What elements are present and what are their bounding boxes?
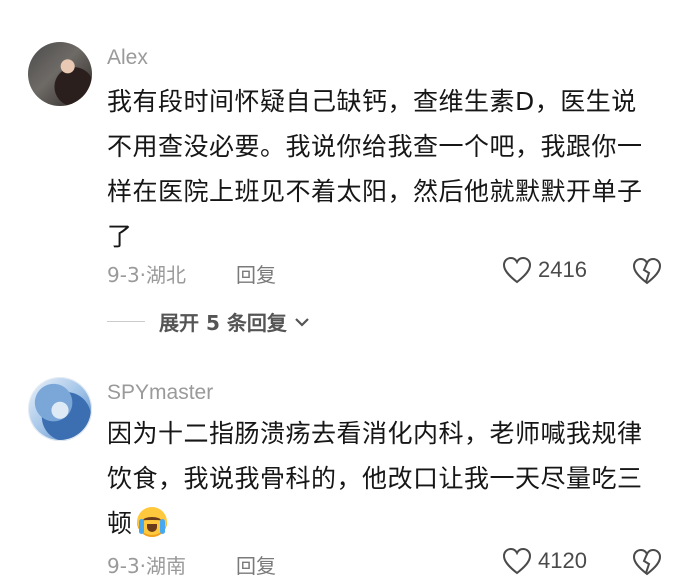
comment-location: 湖北 (146, 263, 187, 287)
avatar[interactable] (28, 377, 92, 441)
broken-heart-icon (632, 548, 662, 576)
username[interactable]: Alex (107, 46, 148, 70)
like-button[interactable]: 2416 (502, 256, 587, 284)
comment-item: SPYmaster 因为十二指肠溃疡去看消化内科，老师喊我规律 饮食，我说我骨科… (0, 360, 690, 579)
expand-replies-button[interactable]: 展开 5 条回复 (107, 307, 311, 336)
comment-text-fragment: 顿 (107, 509, 133, 538)
broken-heart-icon (632, 257, 662, 285)
comment-item: Alex 我有段时间怀疑自己缺钙，查维生素D，医生说 不用查没必要。我说你给我查… (0, 0, 690, 360)
heart-icon (502, 547, 532, 575)
username[interactable]: SPYmaster (107, 381, 213, 405)
comment-text-line-last: 顿 (107, 501, 662, 546)
crying-laughing-emoji-icon (136, 507, 167, 537)
comment-text-line: 因为十二指肠溃疡去看消化内科，老师喊我规律 (107, 419, 643, 448)
expand-replies-label: 展开 5 条回复 (159, 311, 287, 335)
like-count: 2416 (538, 257, 587, 282)
reply-button[interactable]: 回复 (236, 550, 276, 579)
dislike-button[interactable] (632, 257, 662, 289)
comment-location: 湖南 (146, 554, 187, 578)
chevron-down-icon (295, 317, 309, 327)
heart-icon (502, 256, 532, 284)
divider-line (107, 321, 145, 322)
avatar[interactable] (28, 42, 92, 106)
comment-text-line: 了 (107, 222, 133, 251)
comment-text: 我有段时间怀疑自己缺钙，查维生素D，医生说 不用查没必要。我说你给我查一个吧，我… (107, 79, 662, 259)
comment-date: 9-3 (107, 263, 140, 287)
comment-text: 因为十二指肠溃疡去看消化内科，老师喊我规律 饮食，我说我骨科的，他改口让我一天尽… (107, 411, 662, 546)
comment-text-line: 样在医院上班见不着太阳，然后他就默默开单子 (107, 177, 643, 206)
dislike-button[interactable] (632, 548, 662, 580)
comment-text-line: 饮食，我说我骨科的，他改口让我一天尽量吃三 (107, 464, 643, 493)
comment-text-line: 不用查没必要。我说你给我查一个吧，我跟你一 (107, 132, 643, 161)
comment-meta: 9-3·湖北 (107, 259, 186, 288)
comment-date: 9-3 (107, 554, 140, 578)
comment-meta: 9-3·湖南 (107, 550, 186, 579)
like-button[interactable]: 4120 (502, 547, 587, 575)
like-count: 4120 (538, 548, 587, 573)
reply-button[interactable]: 回复 (236, 259, 276, 288)
comment-text-line: 我有段时间怀疑自己缺钙，查维生素D，医生说 (107, 87, 637, 116)
